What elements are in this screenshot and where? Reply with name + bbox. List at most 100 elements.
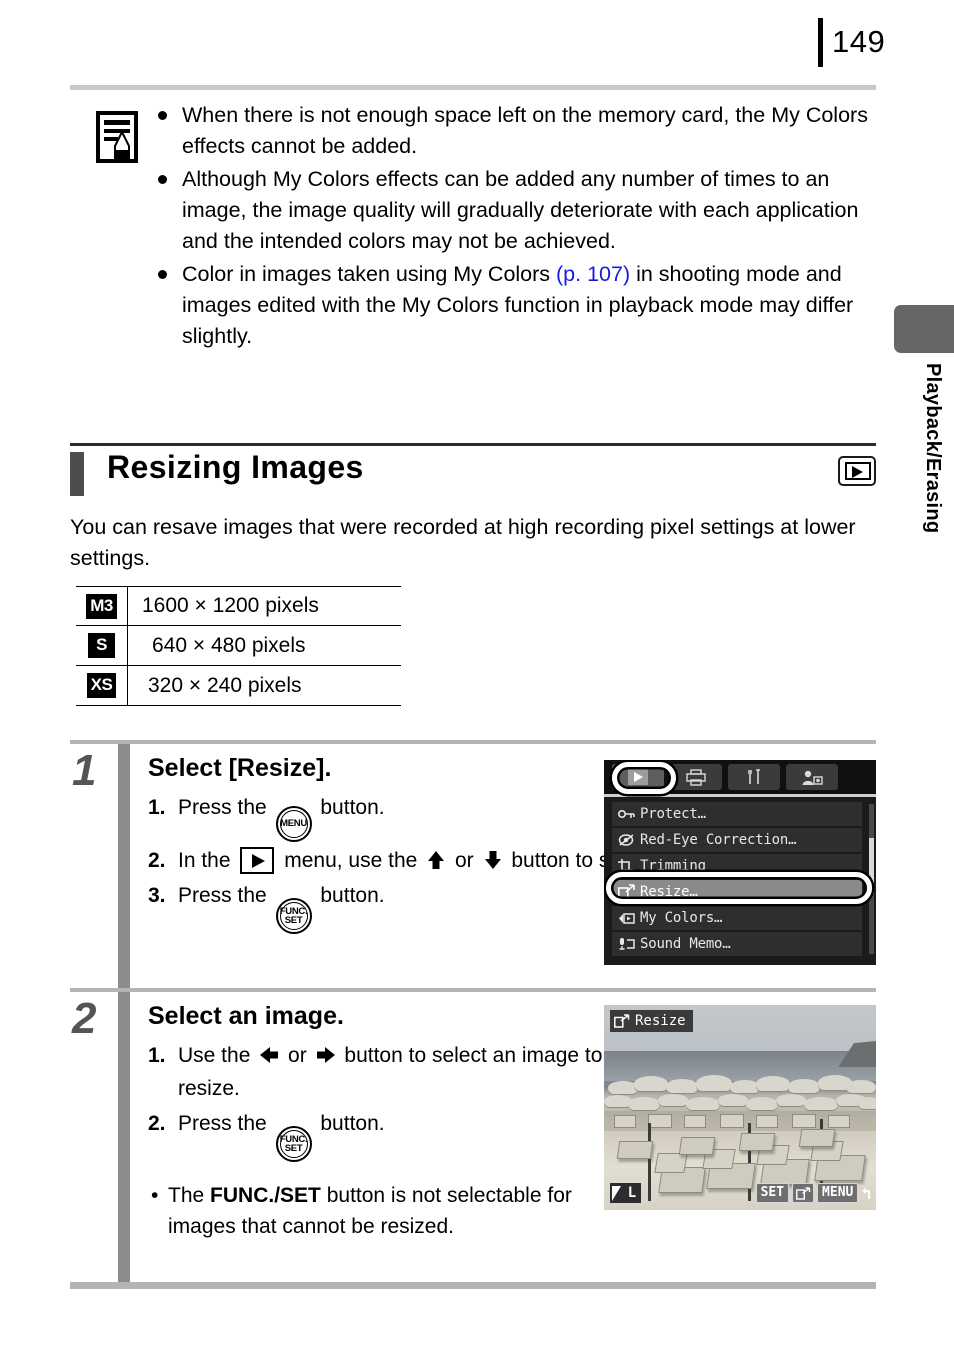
camera-menu-tabs bbox=[604, 760, 876, 794]
trimming-icon bbox=[618, 859, 640, 873]
step-number: 2 bbox=[72, 994, 97, 1043]
side-tab-block bbox=[894, 305, 954, 353]
set-key-label: SET bbox=[755, 1183, 790, 1203]
substep-number: 2. bbox=[148, 1112, 166, 1135]
menu-button-icon: MENU bbox=[275, 805, 312, 842]
resize-icon bbox=[792, 1183, 815, 1203]
page-number: 149 bbox=[832, 24, 886, 59]
note-item-text: Although My Colors effects can be added … bbox=[182, 167, 859, 253]
camera-image-selection-screenshot: Resize L SET MENU ↰ bbox=[604, 1005, 876, 1210]
camera-menu-list: Protect… Red-Eye Correction… Trimming Re… bbox=[612, 802, 862, 958]
menu-item-protect[interactable]: Protect… bbox=[612, 802, 862, 826]
note-item: When there is not enough space left on t… bbox=[156, 100, 880, 162]
section-description: You can resave images that were recorded… bbox=[70, 515, 856, 570]
menu-item-label: Protect… bbox=[640, 806, 706, 822]
step-number-column: 1 bbox=[70, 744, 118, 988]
return-arrow-icon: ↰ bbox=[861, 1183, 871, 1203]
substep-text-tail: button. bbox=[314, 796, 385, 819]
tabs-underline bbox=[604, 794, 876, 797]
scrollbar-thumb[interactable] bbox=[869, 838, 874, 894]
menu-item-trimming[interactable]: Trimming bbox=[612, 854, 862, 878]
menu-item-label: Red-Eye Correction… bbox=[640, 832, 797, 848]
photo-button-guide: SET MENU ↰ bbox=[755, 1182, 871, 1204]
arrow-left-icon bbox=[260, 1047, 279, 1063]
substep-number: 2. bbox=[148, 848, 166, 872]
camera-menu-screenshot: Protect… Red-Eye Correction… Trimming Re… bbox=[604, 760, 876, 965]
menu-item-resize[interactable]: Resize… bbox=[612, 880, 862, 904]
menu-item-label: Sound Memo… bbox=[640, 936, 731, 952]
playback-mode-icon bbox=[838, 456, 876, 486]
func-set-button-icon: FUNC. SET bbox=[275, 1126, 312, 1162]
menu-item-label: Resize… bbox=[640, 884, 698, 900]
resize-icon bbox=[618, 884, 640, 900]
size-label: 320 × 240 pixels bbox=[148, 673, 302, 697]
table-row: S 640 × 480 pixels bbox=[76, 625, 401, 666]
table-row: M3 1600 × 1200 pixels bbox=[76, 586, 401, 626]
note-item-text: Color in images taken using My Colors bbox=[182, 262, 557, 286]
person-camera-icon bbox=[802, 770, 823, 785]
page-cross-reference-link[interactable]: (p. 107) bbox=[556, 262, 630, 286]
step-rail bbox=[118, 992, 130, 1282]
note-item-text: When there is not enough space left on t… bbox=[182, 103, 868, 158]
substep-number: 1. bbox=[148, 1044, 166, 1067]
section-header: Resizing Images bbox=[70, 449, 876, 496]
or-text: or bbox=[449, 848, 480, 872]
step-number-column: 2 bbox=[70, 992, 118, 1282]
size-label: 1600 × 1200 pixels bbox=[142, 594, 319, 617]
playback-mode-icon bbox=[240, 846, 275, 874]
play-triangle-icon bbox=[628, 769, 648, 785]
note-item: Color in images taken using My Colors (p… bbox=[156, 259, 880, 352]
size-badge-xs: XS bbox=[86, 673, 117, 698]
resize-icon bbox=[614, 1014, 630, 1028]
memo-note-icon bbox=[96, 111, 138, 163]
or-text: or bbox=[282, 1044, 313, 1067]
sound-memo-icon bbox=[618, 937, 640, 951]
section-accent-bar bbox=[70, 452, 84, 496]
menu-key-label: MENU bbox=[817, 1183, 859, 1203]
settings-tab[interactable] bbox=[728, 764, 780, 790]
substep-text: Use the bbox=[178, 1044, 257, 1067]
step-number: 1 bbox=[72, 746, 97, 795]
tools-icon bbox=[748, 769, 760, 784]
key-icon bbox=[618, 808, 640, 820]
substep: 1. Use the or button to select an image t… bbox=[148, 1039, 628, 1105]
substep-text: Press the bbox=[178, 796, 273, 819]
red-eye-icon bbox=[618, 833, 640, 847]
arrow-right-icon bbox=[316, 1047, 335, 1063]
section-divider bbox=[70, 443, 876, 446]
substep-text: Press the bbox=[178, 883, 273, 907]
size-badge-cell: M3 bbox=[76, 586, 128, 626]
image-size-badge: L bbox=[623, 1183, 641, 1203]
size-badge-cell: XS bbox=[76, 665, 128, 706]
size-badge-s: S bbox=[88, 633, 115, 658]
step-rail bbox=[118, 744, 130, 988]
step-note-bold: FUNC./SET bbox=[210, 1184, 321, 1207]
menu-item-red-eye-correction[interactable]: Red-Eye Correction… bbox=[612, 828, 862, 852]
playback-tab[interactable] bbox=[612, 764, 664, 790]
top-divider bbox=[70, 85, 876, 90]
size-label: 640 × 480 pixels bbox=[152, 633, 306, 657]
substep-number: 1. bbox=[148, 796, 166, 819]
note-item: Although My Colors effects can be added … bbox=[156, 164, 880, 257]
arrow-down-icon bbox=[484, 850, 501, 869]
page-number-rule bbox=[818, 18, 823, 67]
pixel-size-table: M3 1600 × 1200 pixels S 640 × 480 pixels… bbox=[76, 586, 401, 706]
printer-icon bbox=[686, 768, 706, 786]
size-badge-m3: M3 bbox=[86, 593, 117, 619]
substep-number: 3. bbox=[148, 883, 166, 907]
page-header: 149 bbox=[0, 0, 954, 90]
size-badge-cell: S bbox=[76, 625, 128, 666]
my-colors-icon bbox=[618, 912, 640, 925]
side-tab-label: Playback/Erasing bbox=[922, 363, 944, 534]
menu-item-my-colors[interactable]: My Colors… bbox=[612, 906, 862, 930]
bottom-divider bbox=[70, 1284, 876, 1289]
page-title: Resizing Images bbox=[107, 449, 364, 485]
my-camera-tab[interactable] bbox=[786, 764, 838, 790]
substep-text-tail: button. bbox=[314, 883, 385, 907]
print-tab[interactable] bbox=[670, 764, 722, 790]
func-set-button-icon: FUNC. SET bbox=[275, 897, 312, 934]
menu-item-sound-memo[interactable]: Sound Memo… bbox=[612, 932, 862, 956]
substep-text-tail: button. bbox=[314, 1112, 385, 1135]
compression-icon bbox=[610, 1183, 623, 1203]
substep-text: In the bbox=[178, 848, 237, 872]
